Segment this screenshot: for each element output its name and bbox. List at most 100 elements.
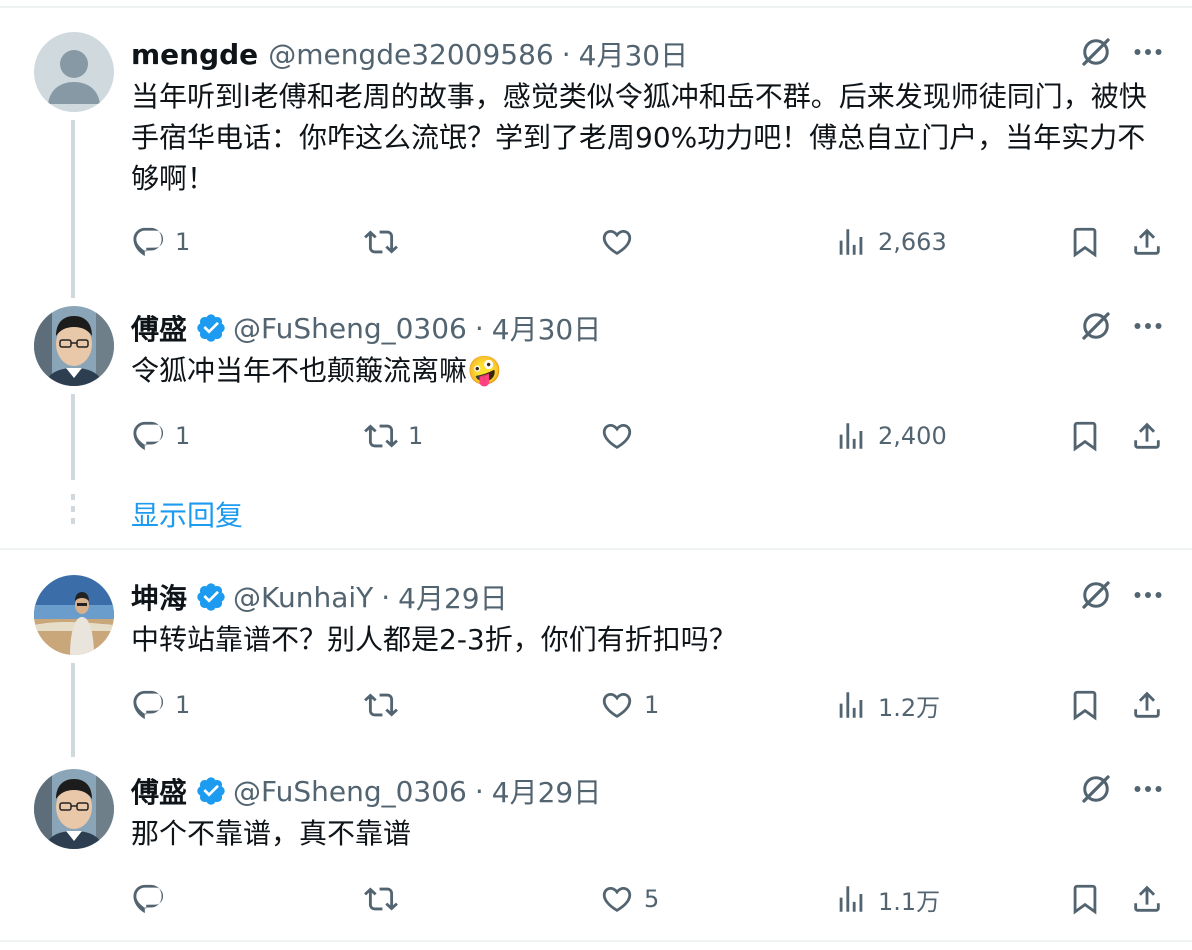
- tweet-text: 那个不靠谱，真不靠谱: [131, 817, 412, 850]
- verified-badge-icon[interactable]: [195, 775, 227, 807]
- reply-count: 1: [175, 422, 191, 450]
- tweet[interactable]: 坤海 @KunhaiY · 4月29日 中转站靠谱不？别人都是2-3折，你们有折…: [0, 575, 1192, 765]
- user-handle[interactable]: @FuSheng_0306: [233, 312, 467, 345]
- grok-icon[interactable]: [1078, 308, 1114, 344]
- avatar[interactable]: [34, 769, 114, 849]
- like-button[interactable]: 1: [600, 683, 659, 727]
- grok-icon[interactable]: [1078, 771, 1114, 807]
- avatar[interactable]: [34, 32, 114, 112]
- bottom-divider: [0, 940, 1192, 942]
- share-button[interactable]: [1130, 683, 1164, 727]
- retweet-icon: [364, 225, 398, 259]
- more-options-icon[interactable]: [1130, 771, 1166, 807]
- user-handle[interactable]: @mengde32009586: [268, 38, 554, 71]
- share-icon: [1130, 225, 1164, 259]
- retweet-count: 1: [408, 422, 424, 450]
- tweet-header: 傅盛 @FuSheng_0306 · 4月29日: [131, 771, 601, 811]
- retweet-button[interactable]: [364, 877, 408, 921]
- bookmark-icon: [1068, 225, 1102, 259]
- reply-button[interactable]: 1: [131, 414, 190, 458]
- share-button[interactable]: [1130, 414, 1164, 458]
- bookmark-button[interactable]: [1068, 877, 1102, 921]
- grok-icon[interactable]: [1078, 34, 1114, 70]
- tweet-text: 中转站靠谱不？别人都是2-3折，你们有折扣吗？: [131, 623, 737, 656]
- share-button[interactable]: [1130, 220, 1164, 264]
- like-icon: [600, 688, 634, 722]
- tweet-date[interactable]: 4月29日: [398, 577, 507, 617]
- more-options-icon[interactable]: [1130, 34, 1166, 70]
- reply-button[interactable]: 1: [131, 683, 190, 727]
- reply-icon: [131, 688, 165, 722]
- share-icon: [1130, 419, 1164, 453]
- tweet-date[interactable]: 4月30日: [492, 308, 601, 348]
- retweet-button[interactable]: [364, 683, 408, 727]
- action-bar: 1 1 1.2万: [0, 683, 1192, 727]
- top-divider: [0, 6, 1192, 8]
- user-handle[interactable]: @FuSheng_0306: [233, 775, 467, 808]
- separator: ·: [561, 37, 571, 71]
- more-options-icon[interactable]: [1130, 577, 1166, 613]
- like-icon: [600, 882, 634, 916]
- retweet-button[interactable]: 1: [364, 414, 423, 458]
- action-bar: 1 2,663: [0, 220, 1192, 264]
- avatar[interactable]: [34, 575, 114, 655]
- bookmark-icon: [1068, 882, 1102, 916]
- like-icon: [600, 225, 634, 259]
- bookmark-button[interactable]: [1068, 683, 1102, 727]
- separator: ·: [474, 774, 484, 808]
- reply-icon: [131, 225, 165, 259]
- tweet-text: 当年听到l老傅和老周的故事，感觉类似令狐冲和岳不群。后来发现师徒同门，被快手宿华…: [131, 80, 1147, 195]
- views-button[interactable]: 2,663: [834, 220, 947, 264]
- views-button[interactable]: 1.2万: [834, 683, 940, 727]
- separator: ·: [381, 580, 391, 614]
- show-replies-link[interactable]: 显示回复: [131, 494, 243, 534]
- like-button[interactable]: 5: [600, 877, 659, 921]
- display-name[interactable]: 傅盛: [131, 771, 187, 811]
- reply-count: 1: [175, 228, 191, 256]
- display-name[interactable]: 坤海: [131, 577, 187, 617]
- display-name[interactable]: mengde: [131, 38, 258, 71]
- more-options-icon[interactable]: [1130, 308, 1166, 344]
- bookmark-button[interactable]: [1068, 220, 1102, 264]
- verified-badge-icon[interactable]: [195, 581, 227, 613]
- user-handle[interactable]: @KunhaiY: [233, 581, 373, 614]
- views-icon: [834, 688, 868, 722]
- bookmark-button[interactable]: [1068, 414, 1102, 458]
- retweet-icon: [364, 419, 398, 453]
- view-count: 1.1万: [878, 887, 941, 916]
- reply-button[interactable]: [131, 877, 175, 921]
- share-icon: [1130, 882, 1164, 916]
- tweet-date[interactable]: 4月30日: [579, 34, 688, 74]
- separator: ·: [474, 311, 484, 345]
- view-count: 2,663: [878, 228, 947, 256]
- view-count: 2,400: [878, 422, 947, 450]
- display-name[interactable]: 傅盛: [131, 308, 187, 348]
- tweet[interactable]: 傅盛 @FuSheng_0306 · 4月30日 令狐冲当年不也颠簸流离嘛🤪 1…: [0, 306, 1192, 496]
- views-icon: [834, 225, 868, 259]
- section-divider: [0, 548, 1192, 550]
- like-count: 1: [644, 691, 660, 719]
- retweet-button[interactable]: [364, 220, 408, 264]
- tweet-text: 令狐冲当年不也颠簸流离嘛🤪: [131, 354, 502, 387]
- action-bar: 5 1.1万: [0, 877, 1192, 921]
- like-button[interactable]: [600, 220, 644, 264]
- grok-icon[interactable]: [1078, 577, 1114, 613]
- tweet[interactable]: 傅盛 @FuSheng_0306 · 4月29日 那个不靠谱，真不靠谱 5 1.…: [0, 769, 1192, 929]
- share-icon: [1130, 688, 1164, 722]
- tweet-date[interactable]: 4月29日: [492, 771, 601, 811]
- like-button[interactable]: [600, 414, 644, 458]
- reply-count: 1: [175, 691, 191, 719]
- person-photo: [34, 769, 114, 849]
- views-button[interactable]: 1.1万: [834, 877, 940, 921]
- views-icon: [834, 419, 868, 453]
- share-button[interactable]: [1130, 877, 1164, 921]
- verified-badge-icon[interactable]: [195, 312, 227, 344]
- reply-button[interactable]: 1: [131, 220, 190, 264]
- views-button[interactable]: 2,400: [834, 414, 947, 458]
- action-bar: 1 1 2,400: [0, 414, 1192, 458]
- tweet[interactable]: mengde @mengde32009586 · 4月30日 当年听到l老傅和老…: [0, 32, 1192, 298]
- avatar[interactable]: [34, 306, 114, 386]
- reply-icon: [131, 419, 165, 453]
- default-avatar-icon: [48, 50, 100, 104]
- retweet-icon: [364, 882, 398, 916]
